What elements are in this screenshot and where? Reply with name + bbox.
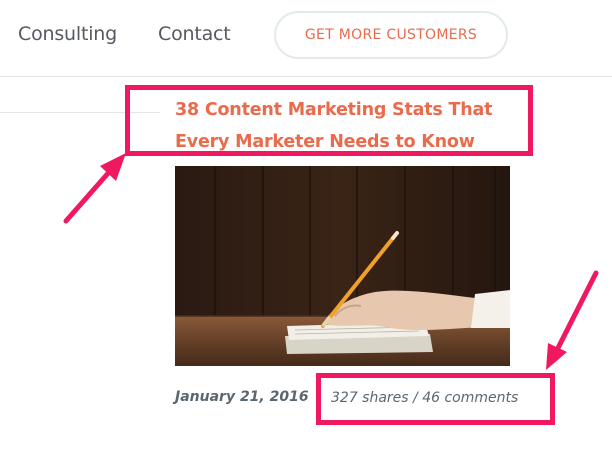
top-navigation: Consulting Contact GET MORE CUSTOMERS	[0, 0, 612, 77]
post-featured-image[interactable]	[175, 166, 510, 366]
nav-link-contact[interactable]: Contact	[158, 23, 231, 45]
arrow-to-stats-icon	[546, 270, 599, 370]
title-highlight-box	[125, 85, 533, 156]
arrow-to-title-icon	[63, 153, 126, 224]
post-date: January 21, 2016	[175, 389, 309, 405]
stats-highlight-box	[316, 373, 555, 425]
get-more-customers-button[interactable]: GET MORE CUSTOMERS	[274, 11, 508, 59]
nav-link-consulting[interactable]: Consulting	[18, 23, 117, 45]
